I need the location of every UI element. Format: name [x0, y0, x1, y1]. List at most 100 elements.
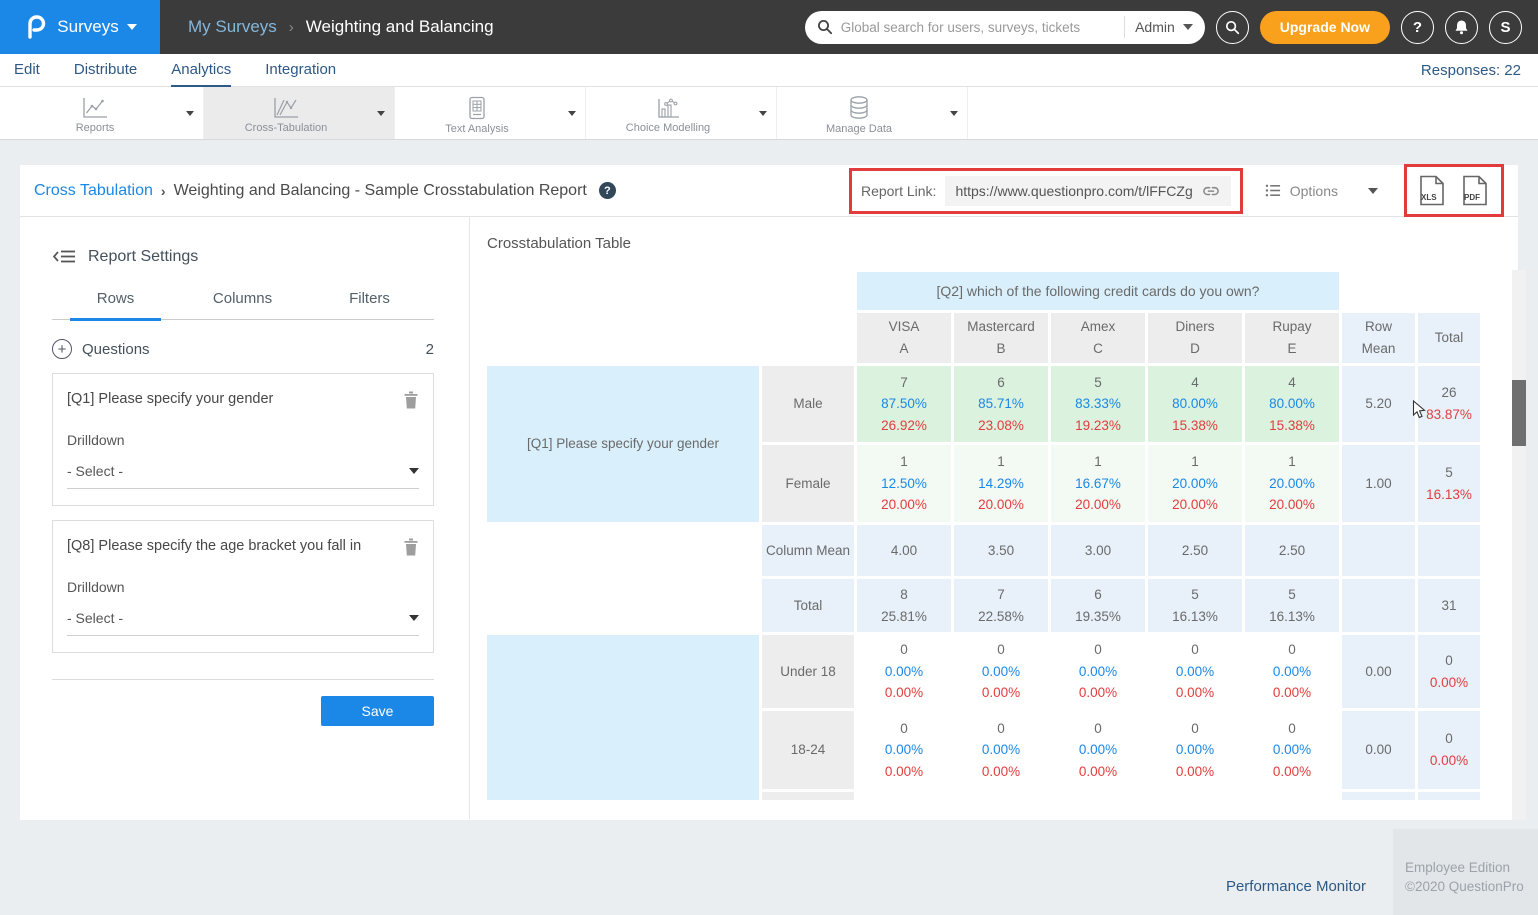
data-cell: 516.13%	[1245, 579, 1339, 632]
tab-rows[interactable]: Rows	[52, 290, 179, 319]
delete-question-button[interactable]	[403, 538, 419, 559]
cell-line: 0.00%	[982, 761, 1020, 783]
cell-line: 4.00	[891, 540, 917, 562]
chevron-down-icon	[1368, 188, 1378, 194]
scrollbar-thumb[interactable]	[1512, 380, 1526, 446]
add-question-button[interactable]: +	[52, 339, 72, 359]
crosstab-region: Crosstabulation Table [Q2] which of the …	[470, 217, 1518, 819]
cell-line: 16.13%	[1269, 606, 1315, 628]
tool-choice-modelling[interactable]: Choice Modelling	[586, 87, 777, 139]
avatar-initial: S	[1500, 19, 1510, 36]
cell-line: 2.50	[1279, 540, 1305, 562]
cell-line: 8	[900, 584, 908, 606]
cell-line: 5	[1445, 462, 1453, 484]
link-icon	[1201, 182, 1221, 200]
report-settings-title: Report Settings	[88, 248, 198, 266]
report-header: Cross Tabulation › Weighting and Balanci…	[20, 165, 1518, 217]
export-pdf-button[interactable]: PDF	[1462, 175, 1489, 206]
tool-manage-data[interactable]: Manage Data	[777, 87, 968, 139]
search-scope-selector[interactable]: Admin	[1135, 19, 1193, 35]
row-label: Column Mean	[762, 525, 854, 576]
data-cell: 00.00%0.00%	[954, 711, 1048, 789]
notifications-button[interactable]	[1445, 11, 1478, 44]
options-dropdown[interactable]: Options	[1265, 183, 1378, 199]
trash-icon	[403, 391, 419, 409]
cell-line: 20.00%	[1172, 473, 1218, 495]
cell-line: 0.00%	[1273, 761, 1311, 783]
data-cell: 00.00%0.00%	[857, 711, 951, 789]
drilldown-select[interactable]: - Select -	[67, 463, 419, 489]
cell-line: 19.23%	[1075, 415, 1121, 437]
tool-manage-data-dropdown[interactable]	[941, 111, 967, 116]
cell-line: 0	[1094, 718, 1102, 740]
cell-line: 1	[900, 451, 908, 473]
vertical-scrollbar[interactable]	[1512, 270, 1526, 820]
data-cell: 114.29%20.00%	[954, 445, 1048, 522]
data-cell: 516.13%	[1148, 579, 1242, 632]
collapse-panel-icon[interactable]	[52, 247, 76, 266]
tool-choice-modelling-dropdown[interactable]	[750, 111, 776, 116]
nav-analytics[interactable]: Analytics	[171, 54, 231, 87]
cell-line: 31	[1441, 595, 1456, 617]
cell-line: 1	[1288, 451, 1296, 473]
tool-cross-tabulation[interactable]: Cross-Tabulation	[204, 87, 395, 139]
product-switcher[interactable]: Surveys	[0, 0, 160, 54]
drilldown-select[interactable]: - Select -	[67, 610, 419, 636]
chevron-down-icon	[950, 111, 958, 116]
report-link-label: Report Link:	[861, 183, 936, 199]
breadcrumb-my-surveys[interactable]: My Surveys	[188, 17, 277, 37]
cell-line: 7	[900, 372, 908, 394]
tool-text-analysis-dropdown[interactable]	[559, 111, 585, 116]
xls-label: XLS	[1421, 193, 1437, 202]
question-mark-icon: ?	[1413, 19, 1422, 36]
copyright-line: ©2020 QuestionPro	[1405, 878, 1538, 897]
nav-integration[interactable]: Integration	[265, 54, 336, 87]
bell-icon	[1454, 19, 1469, 35]
data-cell: 116.67%20.00%	[1051, 445, 1145, 522]
tab-columns[interactable]: Columns	[179, 290, 306, 319]
tool-text-analysis[interactable]: Text Analysis	[395, 87, 586, 139]
tool-reports-dropdown[interactable]	[177, 111, 203, 116]
search-button[interactable]	[1216, 11, 1249, 44]
pdf-label: PDF	[1464, 193, 1480, 202]
tab-filters[interactable]: Filters	[306, 290, 433, 319]
row-mean-cell	[1342, 579, 1415, 632]
upgrade-now-button[interactable]: Upgrade Now	[1260, 11, 1390, 44]
cell-line: 0.00%	[1176, 661, 1214, 683]
save-button[interactable]: Save	[321, 696, 434, 726]
column-header: DinersD	[1148, 313, 1242, 363]
divider	[1124, 16, 1125, 38]
tool-cross-tabulation-dropdown[interactable]	[368, 111, 394, 116]
cell-line: 3.50	[988, 540, 1014, 562]
divider	[52, 679, 434, 680]
tool-reports[interactable]: Reports	[13, 87, 204, 139]
cell-line: 0.00%	[885, 682, 923, 704]
help-icon[interactable]: ?	[599, 182, 616, 199]
report-link-field[interactable]: https://www.questionpro.com/t/lFFCZg	[945, 176, 1230, 206]
cell-line: Under 18	[780, 661, 836, 683]
cell-line: 1	[1094, 451, 1102, 473]
database-icon	[847, 95, 871, 121]
data-cell: 00.00%0.00%	[1148, 635, 1242, 708]
cross-tabulation-link[interactable]: Cross Tabulation	[34, 182, 153, 200]
performance-monitor-link[interactable]: Performance Monitor	[1226, 878, 1366, 895]
nav-edit[interactable]: Edit	[14, 54, 40, 87]
data-cell: 120.00%20.00%	[1148, 445, 1242, 522]
drilldown-label: Drilldown	[67, 579, 419, 595]
account-avatar[interactable]: S	[1489, 11, 1522, 44]
search-icon	[1225, 20, 1240, 35]
delete-question-button[interactable]	[403, 391, 419, 412]
row-mean-cell: 5.20	[1342, 366, 1415, 442]
crosstab-heading: Crosstabulation Table	[487, 235, 1518, 252]
cell-line: 0	[1288, 718, 1296, 740]
data-cell: 00.00%0.00%	[1051, 711, 1145, 789]
cell-line: Amex	[1081, 316, 1116, 338]
help-button[interactable]: ?	[1401, 11, 1434, 44]
cell-line: 0	[997, 718, 1005, 740]
total-cell: 2683.87%	[1418, 366, 1480, 442]
search-input[interactable]	[841, 20, 1114, 35]
export-xls-button[interactable]: XLS	[1419, 175, 1446, 206]
cell-line: 16.67%	[1075, 473, 1121, 495]
nav-distribute[interactable]: Distribute	[74, 54, 137, 87]
cell-line: 19.35%	[1075, 606, 1121, 628]
